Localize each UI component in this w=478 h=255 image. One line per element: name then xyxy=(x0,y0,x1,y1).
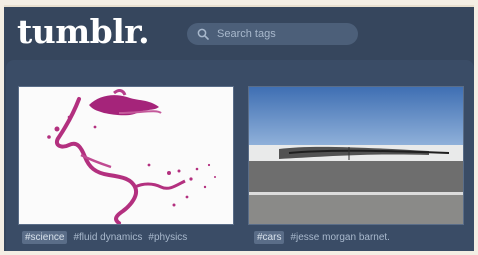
tag-cars[interactable]: #cars xyxy=(254,231,285,244)
search-icon xyxy=(197,28,209,40)
tag-jesse-morgan-barnet[interactable]: #jesse morgan barnet. xyxy=(290,232,390,243)
post-2-tags: #cars #jesse morgan barnet. xyxy=(254,231,390,244)
search-box[interactable]: Search tags xyxy=(187,23,358,45)
post-image-wall[interactable] xyxy=(248,86,464,225)
splash-photo xyxy=(19,87,233,224)
tumblr-logo[interactable]: tumblr. xyxy=(17,12,150,52)
tag-science[interactable]: #science xyxy=(22,231,68,244)
top-strip xyxy=(4,5,474,7)
tag-physics[interactable]: #physics xyxy=(148,232,187,243)
search-input[interactable]: Search tags xyxy=(217,28,276,40)
tag-fluid-dynamics[interactable]: #fluid dynamics xyxy=(73,232,142,243)
post-image-splash[interactable] xyxy=(18,86,234,225)
wall-photo xyxy=(249,87,463,224)
post-1-tags: #science #fluid dynamics #physics xyxy=(22,231,187,244)
